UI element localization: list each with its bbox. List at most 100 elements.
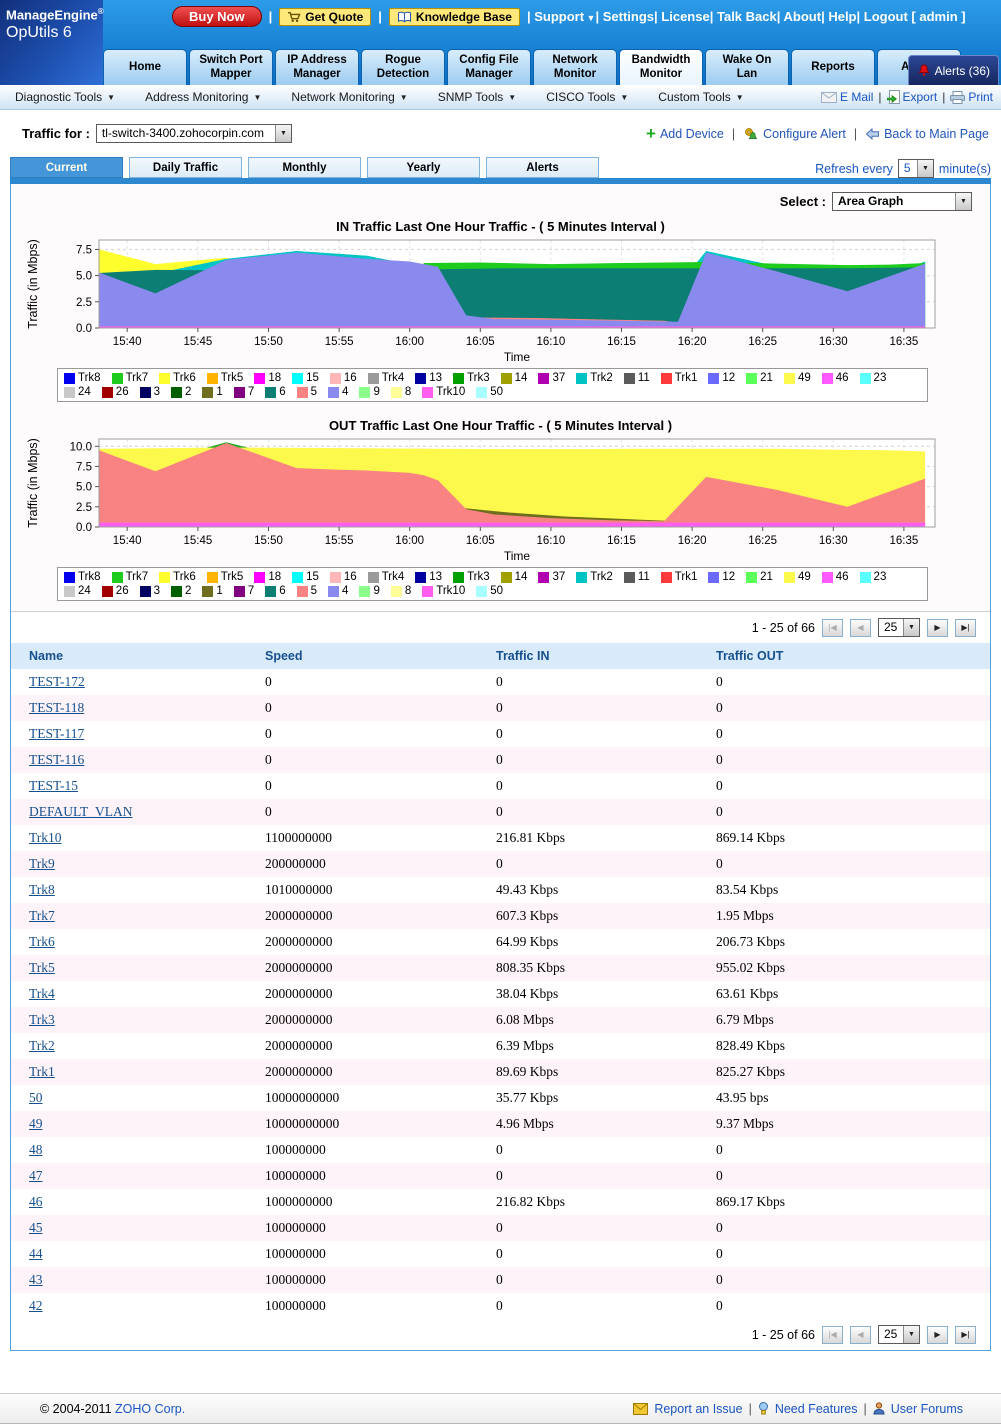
zoho-corp-link[interactable]: ZOHO Corp.	[115, 1402, 185, 1416]
table-row-link[interactable]: 46	[29, 1194, 43, 1209]
prev-page-button[interactable]: ◀	[850, 619, 871, 637]
print-link[interactable]: Print	[950, 90, 993, 104]
table-row-link[interactable]: Trk8	[29, 882, 55, 897]
knowledge-base-button[interactable]: Knowledge Base	[389, 8, 520, 26]
subtab-monthly[interactable]: Monthly	[248, 157, 361, 178]
page-size-select[interactable]: 25▼	[878, 618, 920, 637]
legend-item-1: 1	[202, 386, 222, 398]
tab-reports[interactable]: Reports	[791, 49, 875, 85]
table-row-link[interactable]: TEST-116	[29, 752, 84, 767]
graph-type-select[interactable]: Area Graph ▼	[832, 192, 972, 211]
tab-config-file-manager[interactable]: Config File Manager	[447, 49, 531, 85]
table-row-link[interactable]: TEST-118	[29, 700, 84, 715]
table-row-link[interactable]: DEFAULT_VLAN	[29, 804, 133, 819]
header-link-about[interactable]: About	[784, 9, 822, 24]
device-select[interactable]: tl-switch-3400.zohocorpin.com ▼	[96, 124, 292, 143]
table-row-link[interactable]: 47	[29, 1168, 43, 1183]
subtab-daily-traffic[interactable]: Daily Traffic	[129, 157, 242, 178]
menu-cisco-tools[interactable]: CISCO Tools▼	[531, 90, 643, 104]
table-row-link[interactable]: Trk4	[29, 986, 55, 1001]
legend-label: 4	[342, 585, 348, 597]
table-row-link[interactable]: 42	[29, 1298, 43, 1313]
menu-custom-tools[interactable]: Custom Tools▼	[643, 90, 758, 104]
legend-swatch	[102, 586, 113, 597]
table-row-link[interactable]: Trk1	[29, 1064, 55, 1079]
menubar-right: E Mail | Export | Print	[821, 90, 1001, 104]
table-row-link[interactable]: Trk10	[29, 830, 62, 845]
tab-rogue-detection[interactable]: Rogue Detection	[361, 49, 445, 85]
buy-now-button[interactable]: Buy Now	[172, 6, 262, 27]
tab-network-monitor[interactable]: Network Monitor	[533, 49, 617, 85]
report-issue-link[interactable]: Report an Issue	[654, 1402, 742, 1416]
tab-wake-on-lan[interactable]: Wake On Lan	[705, 49, 789, 85]
cell-traffic-in: 607.3 Kbps	[496, 903, 716, 929]
table-row-link[interactable]: 43	[29, 1272, 43, 1287]
subtab-alerts[interactable]: Alerts	[486, 157, 599, 178]
menu-network-monitoring[interactable]: Network Monitoring▼	[276, 90, 422, 104]
configure-alert-button[interactable]: Configure Alert	[743, 127, 846, 141]
export-link[interactable]: Export	[887, 90, 938, 104]
get-quote-button[interactable]: Get Quote	[279, 8, 371, 26]
prev-page-button[interactable]: ◀	[850, 1326, 871, 1344]
table-row-link[interactable]: TEST-172	[29, 674, 85, 689]
legend-item-18: 18	[254, 372, 281, 384]
table-row-link[interactable]: 45	[29, 1220, 43, 1235]
cell-traffic-out: 6.79 Mbps	[716, 1007, 990, 1033]
header-link-support[interactable]: Support ▼	[534, 9, 595, 24]
table-row-link[interactable]: Trk3	[29, 1012, 55, 1027]
first-page-button[interactable]: |◀	[822, 619, 843, 637]
header-link-talk-back[interactable]: Talk Back	[717, 9, 777, 24]
table-row-link[interactable]: Trk6	[29, 934, 55, 949]
table-row-link[interactable]: Trk5	[29, 960, 55, 975]
in-traffic-chart-block: IN Traffic Last One Hour Traffic - ( 5 M…	[11, 213, 990, 402]
cell-traffic-in: 0	[496, 669, 716, 695]
header-link-help[interactable]: Help	[828, 9, 856, 24]
table-row-link[interactable]: 48	[29, 1142, 43, 1157]
back-to-main-button[interactable]: Back to Main Page	[865, 127, 989, 141]
add-device-button[interactable]: + Add Device	[646, 127, 724, 141]
svg-text:16:05: 16:05	[466, 535, 495, 547]
tab-ip-address-manager[interactable]: IP Address Manager	[275, 49, 359, 85]
first-page-button[interactable]: |◀	[822, 1326, 843, 1344]
manageengine-logo: ManageEngine® OpUtils 6	[0, 0, 103, 85]
subtab-yearly[interactable]: Yearly	[367, 157, 480, 178]
table-row-link[interactable]: Trk7	[29, 908, 55, 923]
table-row-link[interactable]: 44	[29, 1246, 43, 1261]
need-features-link[interactable]: Need Features	[775, 1402, 858, 1416]
separator: |	[777, 9, 781, 24]
tab-switch-port-mapper[interactable]: Switch Port Mapper	[189, 49, 273, 85]
menu-diagnostic-tools[interactable]: Diagnostic Tools▼	[0, 90, 130, 104]
subtab-current[interactable]: Current	[10, 157, 123, 178]
header-link-logout-admin-[interactable]: Logout [ admin ]	[864, 9, 966, 24]
next-page-button[interactable]: ▶	[927, 1326, 948, 1344]
cell-traffic-out: 206.73 Kbps	[716, 929, 990, 955]
header-link-license[interactable]: License	[661, 9, 709, 24]
cell-traffic-in: 0	[496, 799, 716, 825]
cell-name: 50	[11, 1085, 265, 1111]
table-row-link[interactable]: 49	[29, 1116, 43, 1131]
tab-bandwidth-monitor[interactable]: Bandwidth Monitor	[619, 49, 703, 85]
page-size-select[interactable]: 25▼	[878, 1325, 920, 1344]
table-row-link[interactable]: 50	[29, 1090, 43, 1105]
table-row-link[interactable]: TEST-117	[29, 726, 84, 741]
alerts-tab[interactable]: Alerts (36)	[908, 55, 999, 85]
tab-home[interactable]: Home	[103, 49, 187, 85]
menu-address-monitoring[interactable]: Address Monitoring▼	[130, 90, 276, 104]
table-row-link[interactable]: Trk9	[29, 856, 55, 871]
next-page-button[interactable]: ▶	[927, 619, 948, 637]
column-header-traffic-out: Traffic OUT	[716, 643, 990, 669]
legend-label: Trk4	[382, 372, 405, 384]
last-page-button[interactable]: ▶|	[955, 619, 976, 637]
email-link[interactable]: E Mail	[821, 90, 873, 104]
legend-swatch	[140, 586, 151, 597]
cell-name: Trk1	[11, 1059, 265, 1085]
alert-bell-icon	[917, 64, 931, 77]
user-forums-link[interactable]: User Forums	[891, 1402, 963, 1416]
table-row-link[interactable]: TEST-15	[29, 778, 78, 793]
header-link-settings[interactable]: Settings	[603, 9, 654, 24]
refresh-interval-select[interactable]: 5 ▼	[898, 159, 934, 178]
legend-item-37: 37	[538, 372, 565, 384]
table-row-link[interactable]: Trk2	[29, 1038, 55, 1053]
last-page-button[interactable]: ▶|	[955, 1326, 976, 1344]
menu-snmp-tools[interactable]: SNMP Tools▼	[423, 90, 532, 104]
